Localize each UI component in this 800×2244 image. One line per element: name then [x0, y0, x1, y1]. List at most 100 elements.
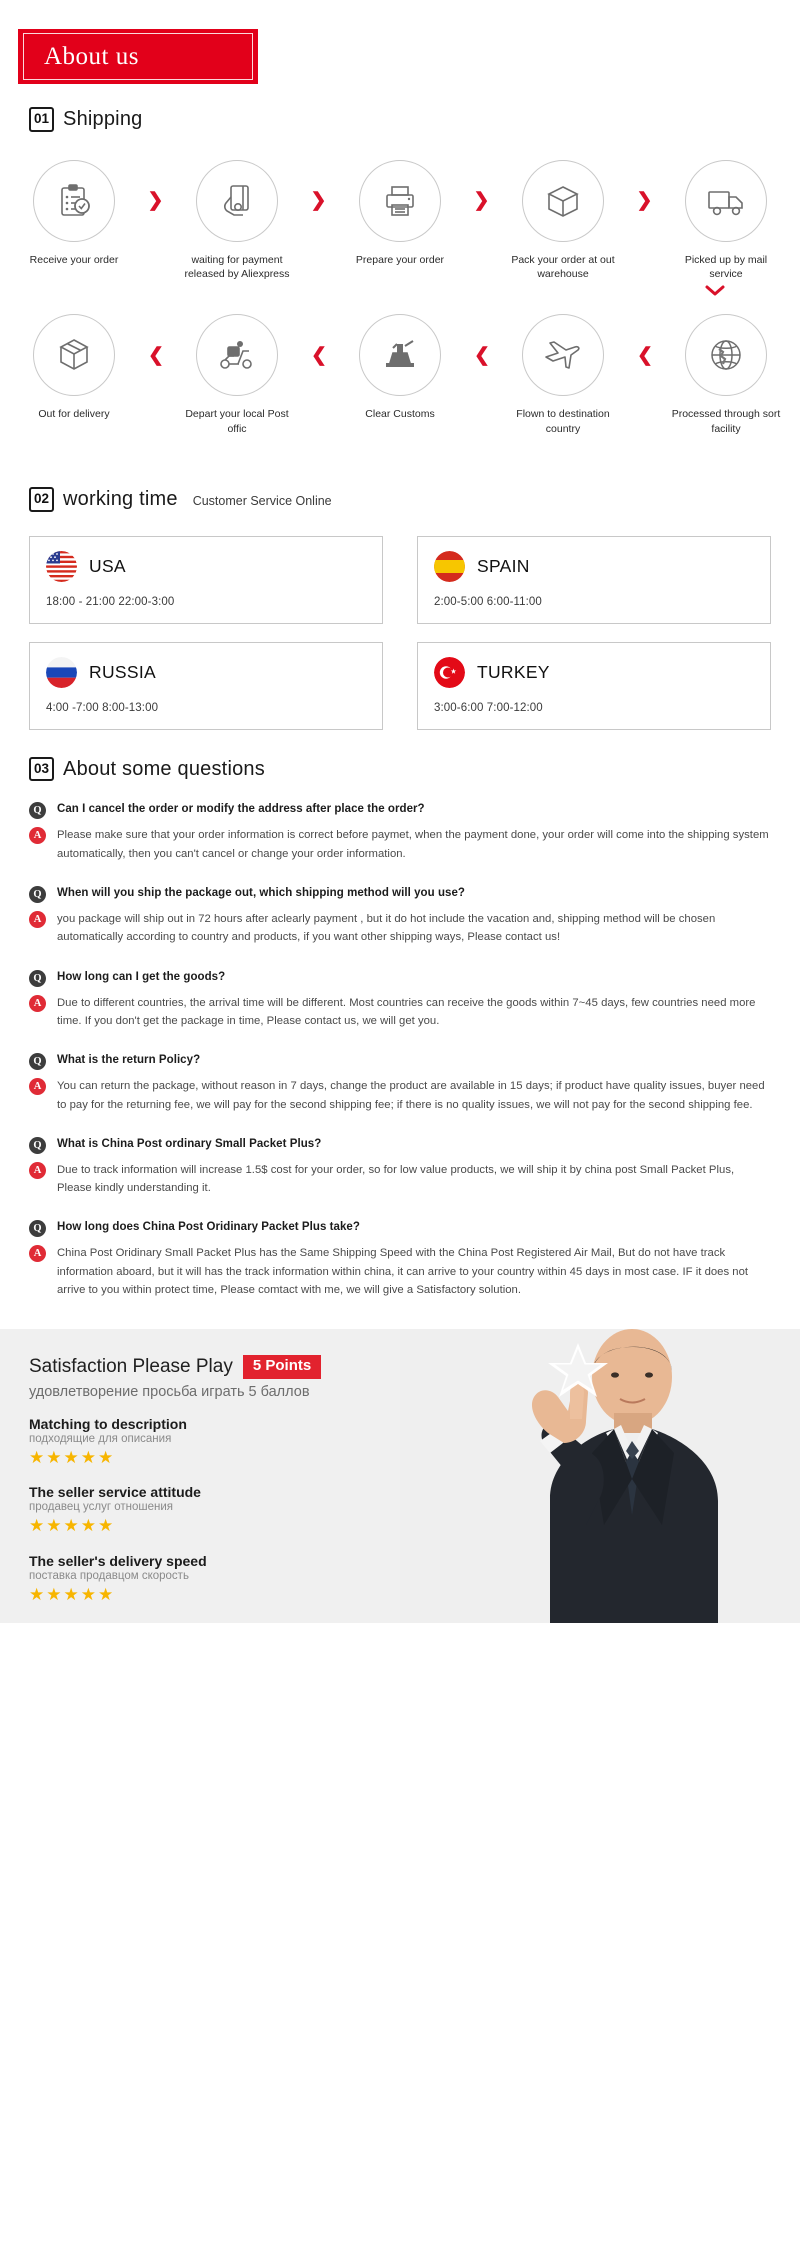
step-label: Out for delivery	[38, 408, 110, 421]
about-us-page: About us 01 Shipping Receive your order …	[0, 0, 800, 2244]
rating-label-en: The seller's delivery speed	[29, 1552, 207, 1569]
rating-label-en: Matching to description	[29, 1416, 187, 1433]
answer-badge: A	[29, 1078, 46, 1096]
rating-label-ru: поставка продавцом скорость	[29, 1569, 189, 1582]
clipboard-check-icon	[61, 183, 90, 216]
shipping-step: Pack your order at out warehouse	[507, 159, 619, 282]
satisfaction-footer: Satisfaction Please Play 5 Points удовле…	[0, 1329, 800, 1624]
working-time-card-russia: RUSSIA 4:00 -7:00 8:00-13:00	[29, 641, 383, 730]
answer-badge: A	[29, 911, 46, 929]
section-number-badge: 02	[29, 487, 55, 512]
box-icon	[547, 185, 579, 217]
step-circle	[33, 159, 115, 242]
shipping-flow: Receive your order ❯ waiting for payment…	[0, 159, 800, 437]
working-time-card-turkey: TURKEY 3:00-6:00 7:00-12:00	[417, 641, 771, 730]
step-circle	[196, 314, 278, 397]
country-name: USA	[89, 555, 126, 576]
faq-item: Q Can I cancel the order or modify the a…	[29, 801, 771, 863]
header-banner-area: About us	[0, 0, 800, 108]
answer-badge: A	[29, 827, 46, 845]
step-label: Flown to destination country	[516, 408, 610, 435]
question-badge: Q	[29, 1220, 46, 1238]
banner-title: About us	[44, 42, 139, 70]
businessman-photo	[400, 1329, 800, 1624]
satisfaction-title-row: Satisfaction Please Play 5 Points	[29, 1355, 420, 1380]
faq-list: Q Can I cancel the order or modify the a…	[29, 801, 771, 1299]
spain-flag-icon	[434, 550, 465, 582]
shipping-flow-row-1: Receive your order ❯ waiting for payment…	[18, 159, 782, 282]
answer-badge: A	[29, 994, 46, 1012]
faq-question: How long can I get the goods?	[57, 970, 226, 983]
answer-badge: A	[29, 1161, 46, 1179]
satisfaction-title: Satisfaction Please Play	[29, 1356, 233, 1378]
step-label: Pack your order at out warehouse	[511, 253, 615, 280]
faq-answer: Due to different countries, the arrival …	[57, 996, 756, 1027]
shipping-step: Picked up by mail service	[670, 159, 782, 282]
step-circle	[685, 314, 767, 397]
shipping-step: Receive your order	[18, 159, 130, 267]
rating-label-ru: подходящие для описания	[29, 1433, 172, 1446]
shipping-step: Processed through sort facility	[670, 314, 782, 436]
step-label: Picked up by mail service	[684, 253, 768, 280]
step-label: Clear Customs	[365, 408, 435, 421]
flow-arrow-icon: ❯	[636, 344, 653, 366]
faq-answer: Due to track information will increase 1…	[57, 1163, 735, 1195]
flow-arrow-icon: ❯	[473, 344, 490, 366]
shipping-step: Depart your local Post offic	[181, 314, 293, 436]
chevron-down-icon	[705, 285, 725, 296]
step-label: Prepare your order	[355, 253, 445, 266]
question-badge: Q	[29, 969, 46, 987]
question-badge: Q	[29, 886, 46, 904]
faq-item: Q What is China Post ordinary Small Pack…	[29, 1136, 771, 1198]
faq-item: Q How long does China Post Oridinary Pac…	[29, 1219, 771, 1299]
usa-flag-icon	[46, 550, 77, 582]
faq-answer: You can return the package, without reas…	[57, 1080, 765, 1111]
faq-question: What is the return Policy?	[57, 1054, 201, 1067]
flow-arrow-icon: ❯	[473, 190, 490, 211]
step-label: Depart your local Post offic	[185, 408, 289, 435]
working-hours: 4:00 -7:00 8:00-13:00	[46, 701, 159, 714]
faq-question: What is China Post ordinary Small Packet…	[57, 1137, 322, 1150]
flow-arrow-icon: ❯	[636, 190, 653, 211]
rating-label-en: The seller service attitude	[29, 1484, 201, 1501]
star-rating-icon: ★★★★★	[29, 1584, 116, 1604]
shipping-flow-row-2: Out for delivery ❯ Depart your local Pos…	[18, 314, 782, 436]
turkey-flag-icon	[434, 656, 465, 688]
hand-card-icon	[223, 184, 249, 216]
shipping-step: waiting for payment released by Aliexpre…	[181, 159, 293, 282]
satisfaction-subtitle: удовлетворение просьба играть 5 баллов	[29, 1384, 310, 1401]
faq-item: Q What is the return Policy? A You can r…	[29, 1052, 771, 1114]
faq-item: Q How long can I get the goods? A Due to…	[29, 969, 771, 1031]
question-badge: Q	[29, 1053, 46, 1071]
shipping-step: Flown to destination country	[507, 314, 619, 436]
airplane-icon	[545, 341, 580, 370]
satisfaction-content: Satisfaction Please Play 5 Points удовле…	[0, 1329, 420, 1605]
faq-answer: you package will ship out in 72 hours af…	[57, 913, 716, 944]
faq-section-heading: 03 About some questions	[29, 756, 771, 784]
flow-arrow-icon: ❯	[310, 190, 327, 211]
section-subtitle: Customer Service Online	[192, 494, 332, 509]
flow-arrow-icon: ❯	[310, 344, 327, 366]
step-circle	[522, 159, 604, 242]
flow-down-arrow-icon	[18, 283, 782, 300]
shipping-section-heading: 01 Shipping	[0, 107, 800, 134]
step-label: waiting for payment released by Aliexpre…	[184, 253, 290, 280]
faq-answer: China Post Oridinary Small Packet Plus h…	[57, 1247, 749, 1296]
working-hours: 3:00-6:00 7:00-12:00	[434, 701, 543, 714]
step-circle	[685, 159, 767, 242]
working-time-section-heading: 02 working time Customer Service Online	[0, 487, 800, 514]
rating-block: The seller service attitude продавец усл…	[29, 1484, 420, 1536]
country-name: SPAIN	[477, 555, 530, 576]
rating-block: Matching to description подходящие для о…	[29, 1416, 420, 1468]
answer-badge: A	[29, 1245, 46, 1263]
faq-question: Can I cancel the order or modify the add…	[57, 803, 425, 816]
working-time-card-spain: SPAIN 2:00-5:00 6:00-11:00	[417, 535, 771, 624]
scooter-courier-icon	[220, 341, 252, 370]
step-circle	[33, 314, 115, 397]
step-circle	[522, 314, 604, 397]
page-title: Shipping	[63, 108, 143, 130]
working-time-card-usa: USA 18:00 - 21:00 22:00-3:00	[29, 535, 383, 624]
flow-arrow-icon: ❯	[147, 190, 164, 211]
customs-stamp-icon	[386, 340, 414, 368]
faq-answer: Please make sure that your order informa…	[57, 829, 769, 860]
